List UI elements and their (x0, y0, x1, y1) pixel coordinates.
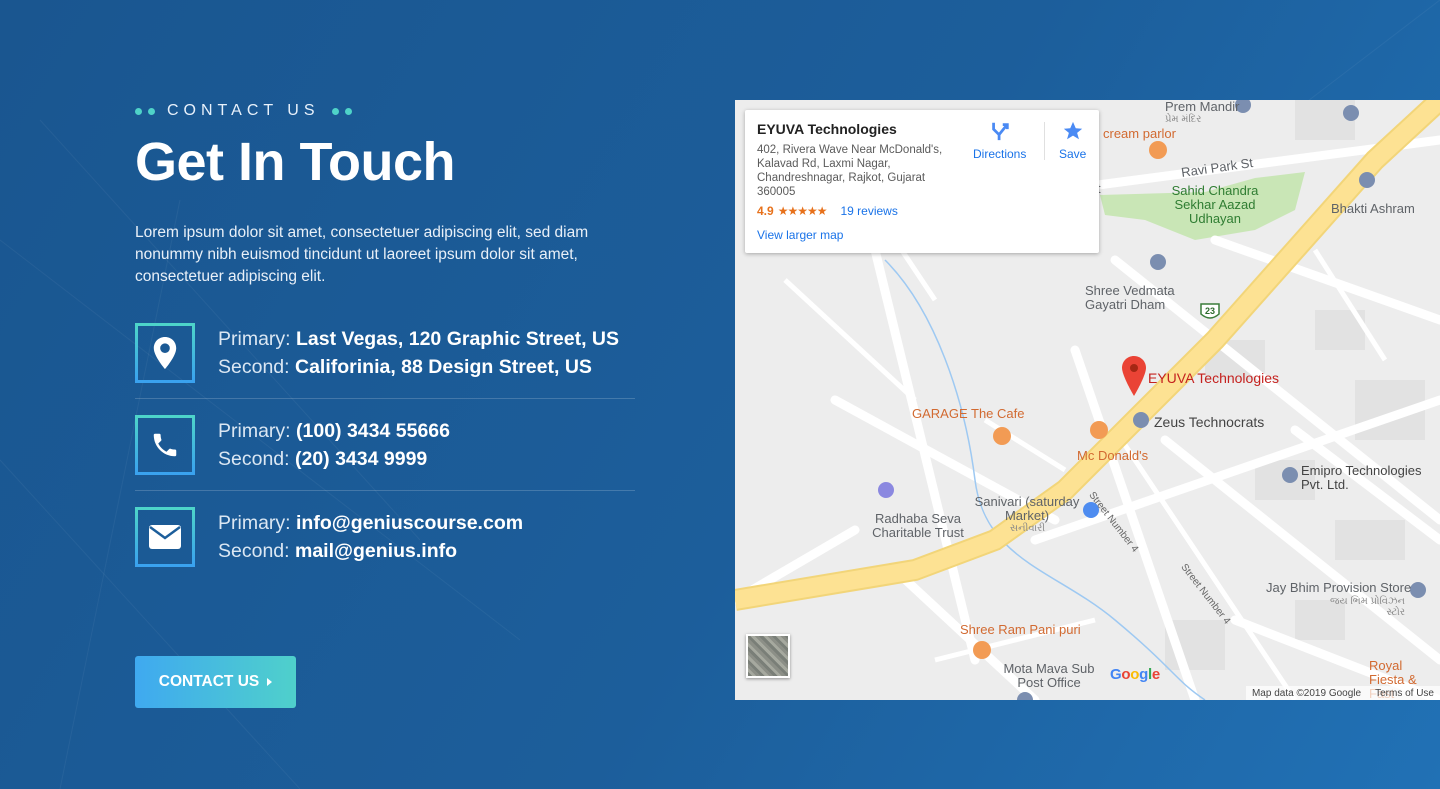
second-phone[interactable]: (20) 3434 9999 (295, 448, 427, 470)
map-route-23: 23 (1205, 306, 1216, 316)
save-button[interactable]: Save (1059, 120, 1086, 161)
card-divider (1044, 122, 1045, 160)
eyebrow-text: CONTACT US (167, 102, 320, 119)
rating-value: 4.9 (757, 204, 774, 218)
map-label-prem-mandir: Prem Mandir (1165, 100, 1240, 114)
map-label-shree-vedmata: Shree Vedmata Gayatri Dham (1085, 283, 1175, 312)
rating-stars-icon: ★★★★★ (777, 204, 828, 218)
map-label-jay-bhim-local: જય ભિમ પ્રોવિઝન સ્ટોર (1330, 596, 1405, 618)
map-label-emipro: Emipro Technologies Pvt. Ltd. (1301, 463, 1422, 492)
terms-link[interactable]: Terms of Use (1375, 688, 1434, 699)
caret-right-icon (267, 678, 273, 686)
primary-email[interactable]: info@geniuscourse.com (296, 512, 523, 534)
map-label-zeus: Zeus Technocrats (1154, 414, 1265, 430)
contact-info-list: Primary: Last Vegas, 120 Graphic Street,… (135, 323, 635, 598)
map-label-mcdonalds: Mc Donald's (1077, 448, 1149, 463)
google-map[interactable]: Prem Mandir પ્રેમ મંદિર cream parlor Rav… (735, 100, 1440, 700)
primary-address: Last Vegas, 120 Graphic Street, US (296, 328, 619, 350)
contact-header: CONTACT US Get In Touch Lorem ipsum dolo… (135, 100, 655, 304)
map-label-eyuva: EYUVA Technologies (1148, 370, 1280, 386)
map-label-mota-mava: Mota Mava Sub Post Office (1003, 661, 1095, 690)
contact-us-button[interactable]: CONTACT US (135, 656, 296, 708)
contact-row-email: Primary: info@geniuscourse.com Second: m… (135, 507, 635, 582)
primary-label: Primary: (218, 512, 291, 534)
map-label-sanivari: Sanivari (saturday Market) (974, 494, 1080, 523)
reviews-link[interactable]: 19 reviews (840, 204, 897, 218)
map-label-garage-cafe: GARAGE The Cafe (912, 406, 1025, 421)
second-email[interactable]: mail@genius.info (295, 540, 457, 562)
dots-decoration-icon (331, 107, 352, 115)
second-label: Second: (218, 448, 290, 470)
place-info-card: EYUVA Technologies 402, Rivera Wave Near… (745, 110, 1099, 253)
primary-label: Primary: (218, 420, 291, 442)
location-pin-icon (135, 323, 195, 383)
directions-icon (991, 122, 1009, 141)
dots-decoration-icon (135, 107, 155, 115)
map-data-text: Map data ©2019 Google (1251, 687, 1362, 699)
contact-us-label: CONTACT US (158, 673, 260, 690)
google-logo: Google (1110, 666, 1160, 683)
map-label-cream-parlor: cream parlor (1103, 126, 1176, 141)
directions-button[interactable]: Directions (973, 120, 1026, 161)
eyebrow: CONTACT US (135, 100, 655, 122)
place-title: EYUVA Technologies (757, 121, 897, 137)
directions-label: Directions (973, 147, 1027, 161)
save-label: Save (1059, 147, 1087, 161)
star-icon (1063, 121, 1082, 140)
map-attribution: Map data ©2019 Google Terms of Use (1245, 686, 1440, 700)
contact-row-address: Primary: Last Vegas, 120 Graphic Street,… (135, 323, 635, 399)
page-title: Get In Touch (135, 132, 455, 192)
phone-icon (135, 415, 195, 475)
map-label-radhaba: Radhaba Seva Charitable Trust (872, 511, 964, 540)
second-label: Second: (218, 356, 290, 378)
contact-row-phone: Primary: (100) 3434 55666 Second: (20) 3… (135, 415, 635, 491)
map-label-sahid-park: Sahid Chandra Sekhar Aazad Udhayan (1171, 183, 1259, 226)
primary-label: Primary: (218, 328, 291, 350)
section-description: Lorem ipsum dolor sit amet, consectetuer… (135, 224, 589, 285)
map-label-bhakti-ashram: Bhakti Ashram (1331, 201, 1415, 216)
map-label-shree-ram: Shree Ram Pani puri (960, 622, 1081, 637)
primary-phone[interactable]: (100) 3434 55666 (296, 420, 450, 442)
view-larger-map-link[interactable]: View larger map (757, 228, 843, 242)
envelope-icon (135, 507, 195, 567)
second-label: Second: (218, 540, 290, 562)
place-rating: 4.9 ★★★★★ 19 reviews (757, 204, 898, 218)
map-label-sanivari-local: સનીવારી (1010, 523, 1046, 534)
satellite-toggle-button[interactable] (746, 634, 790, 678)
second-address: Califorinia, 88 Design Street, US (294, 356, 592, 378)
map-label-jay-bhim: Jay Bhim Provision Store (1266, 580, 1412, 595)
map-label-prem-mandir-local: પ્રેમ મંદિર (1165, 114, 1202, 125)
place-address: 402, Rivera Wave Near McDonald's, Kalava… (757, 144, 943, 198)
